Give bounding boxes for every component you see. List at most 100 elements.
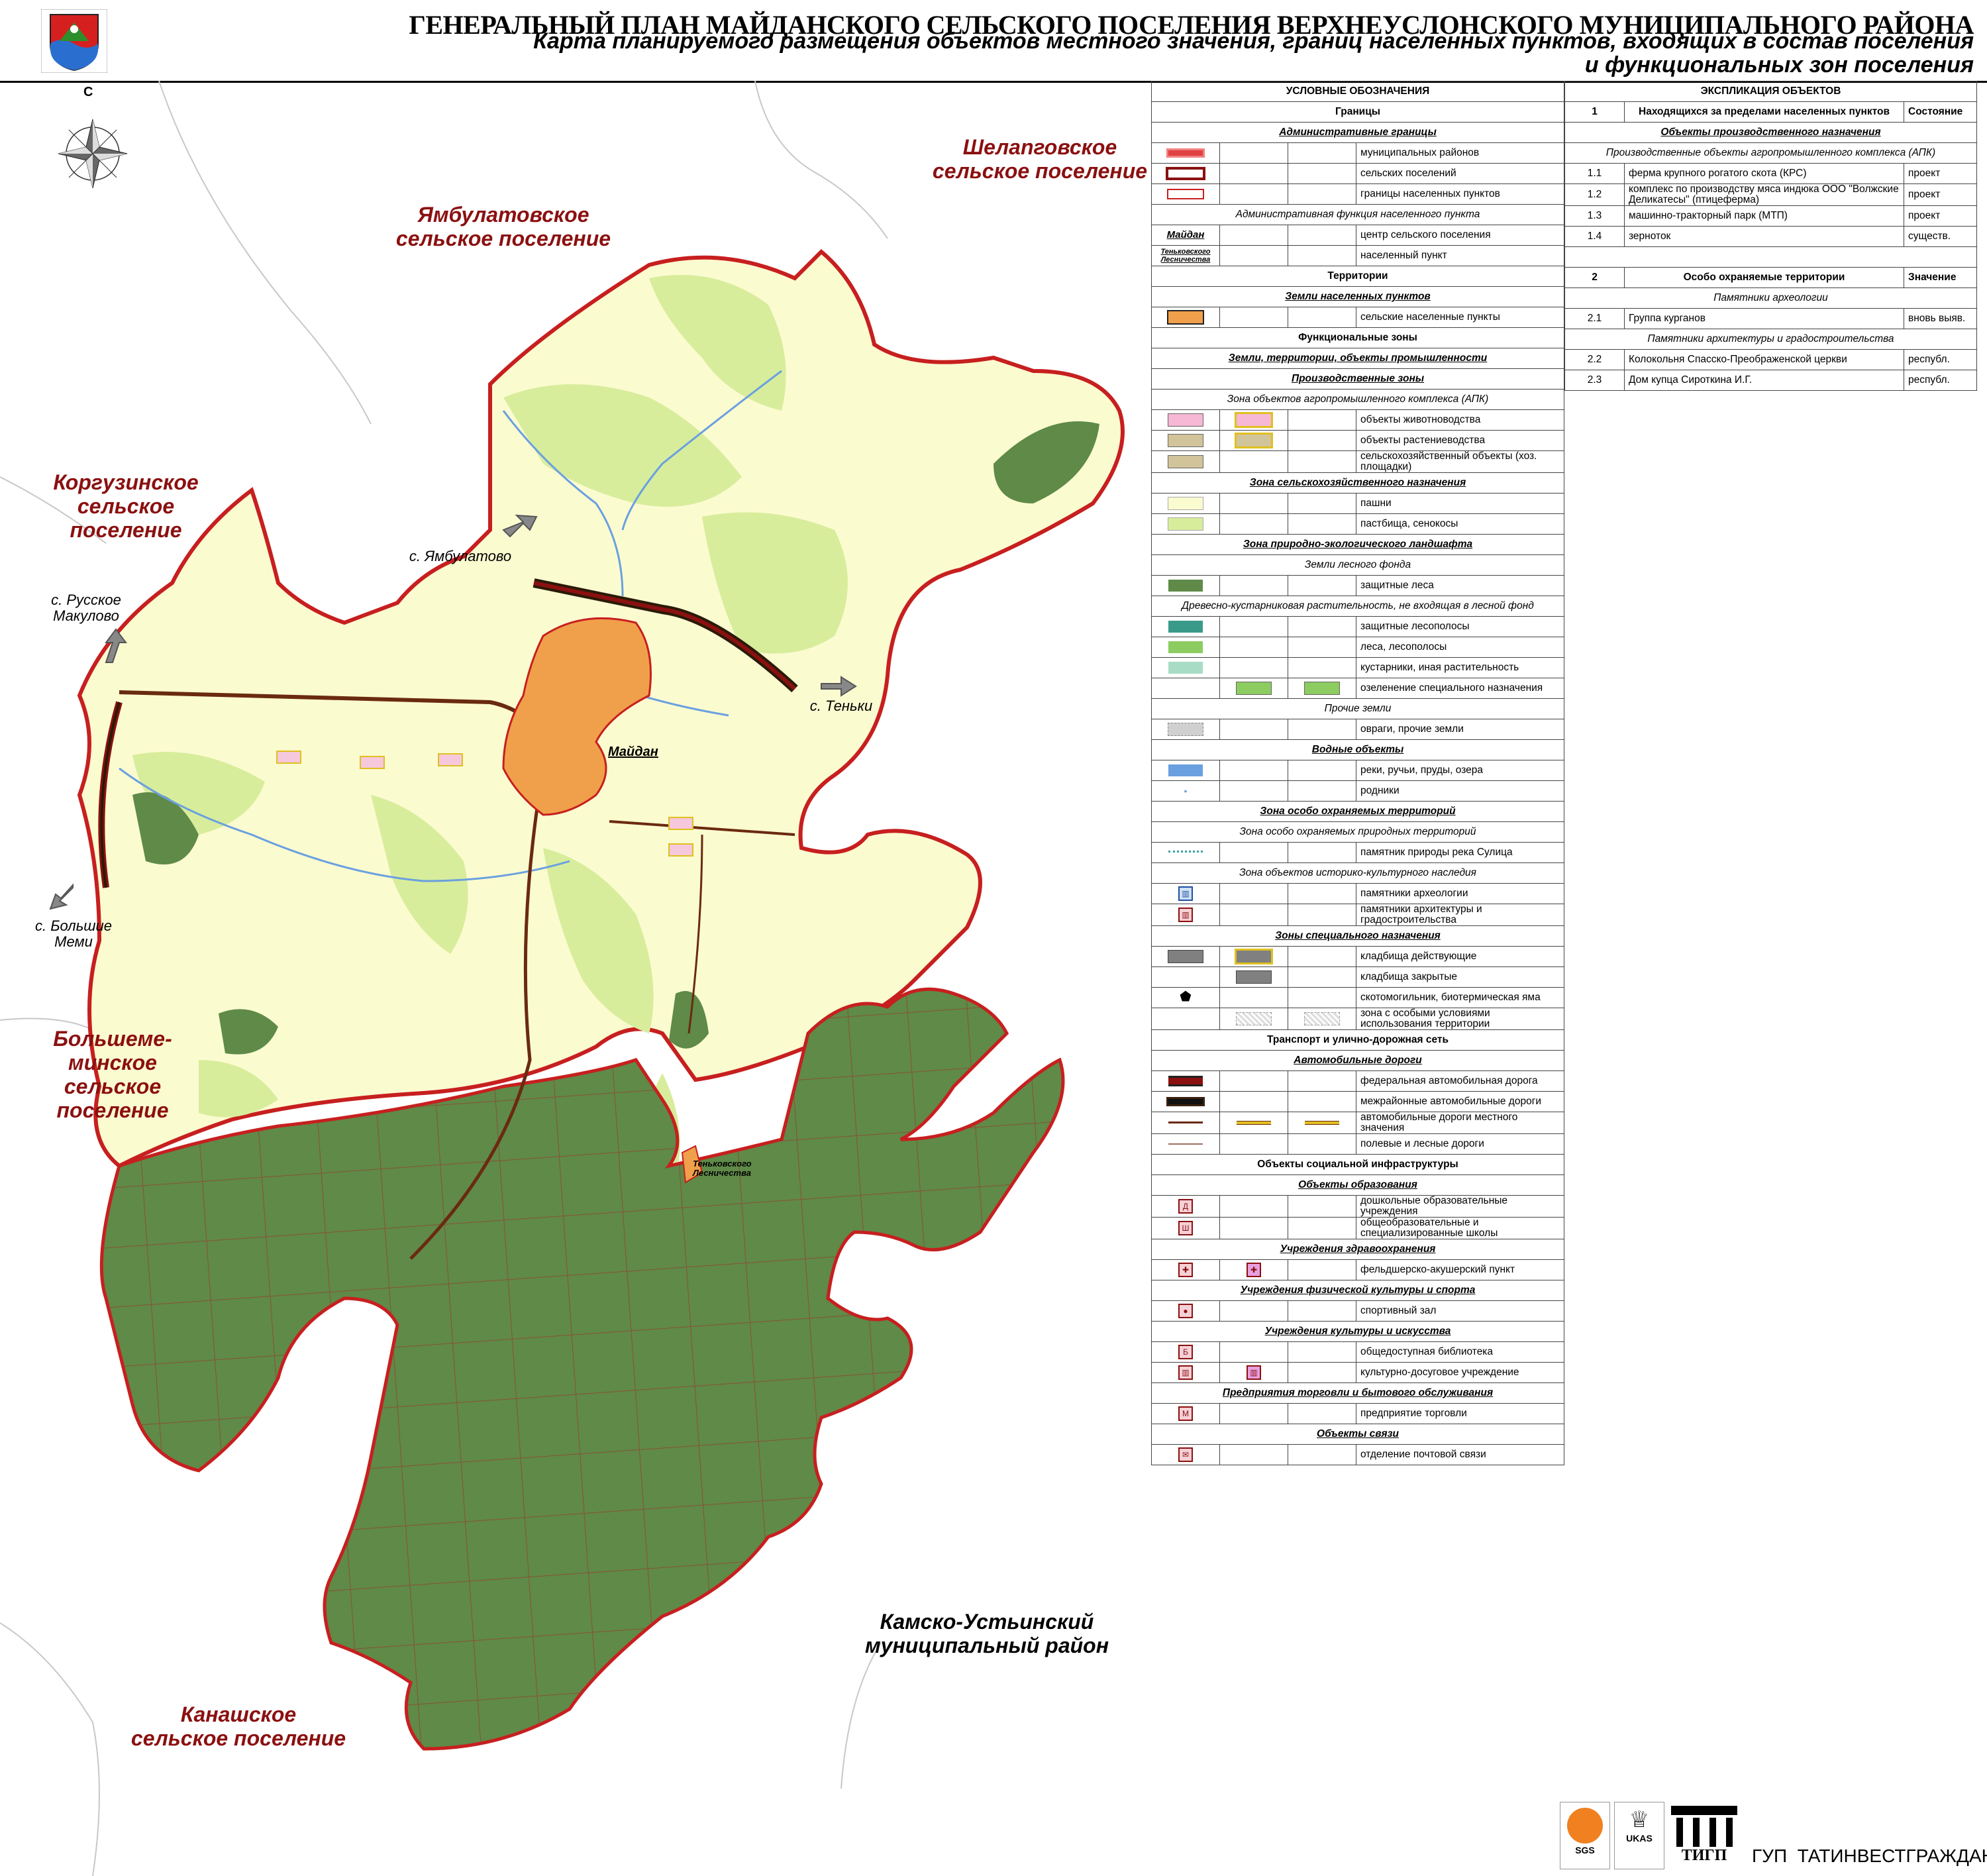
explication-row: 1.1 ферма крупного рогатого скота (КРС) пр… <box>1564 163 1977 184</box>
legend-row: Бобщедоступная библиотека <box>1151 1341 1565 1363</box>
legend-row: кустарники, иная растительность <box>1151 657 1565 678</box>
legend-symbol-alt <box>1219 1217 1288 1239</box>
legend-symbol-alt <box>1219 946 1288 967</box>
legend-row: Учреждения здравоохранения <box>1150 1239 1565 1260</box>
legend-row: защитные лесополосы <box>1151 616 1565 637</box>
legend-row: Зона особо охраняемых природных территор… <box>1150 821 1565 843</box>
legend-row: автомобильные дороги местного значения <box>1151 1112 1565 1134</box>
legend-subsection-title: Предприятия торговли и бытового обслужив… <box>1150 1382 1565 1404</box>
explication-object-name: Особо охраняемые территории <box>1624 267 1904 288</box>
legend-symbol-alt2 <box>1288 780 1356 802</box>
legend-symbol-alt <box>1219 1112 1288 1134</box>
legend-symbol: ▥ <box>1151 883 1220 904</box>
legend-row: овраги, прочие земли <box>1151 719 1565 740</box>
legend-note-title: Административная функция населенного пун… <box>1150 204 1565 225</box>
legend-symbol-alt <box>1219 842 1288 863</box>
legend-row: полевые и лесные дороги <box>1151 1133 1565 1155</box>
legend-symbol-alt <box>1219 966 1288 988</box>
explication-number: 2.2 <box>1564 349 1625 370</box>
explication-row: Производственные объекты агропромышленно… <box>1564 142 1977 164</box>
legend-symbol-alt <box>1219 245 1288 266</box>
legend-symbol-alt <box>1219 409 1288 431</box>
explication-row: 1.3 машинно-тракторный парк (МТП) проект <box>1564 205 1977 227</box>
legend-row: ▥ ▥ культурно-досуговое учреждение <box>1151 1362 1565 1383</box>
region-label-kamsko-ustinsky: Камско-Устьинский муниципальный район <box>864 1610 1109 1657</box>
legend-symbol-alt2 <box>1288 1070 1356 1092</box>
legend-row: Ддошкольные образовательные учреждения <box>1151 1195 1565 1218</box>
legend-row: кладбища закрытые <box>1151 966 1565 988</box>
explication-note-title: Памятники архитектуры и градостроительст… <box>1564 329 1977 350</box>
legend-row: муниципальных районов <box>1151 142 1565 164</box>
legend-symbol-alt2 <box>1288 307 1356 328</box>
legend-symbol-alt: ▥ <box>1219 1362 1288 1383</box>
legend-subsection-title: Земли населенных пунктов <box>1150 286 1565 307</box>
legend-symbol: Б <box>1151 1341 1220 1363</box>
legend-item-label: леса, лесополосы <box>1355 637 1565 658</box>
legend-note-title: Зона объектов историко-культурного насле… <box>1150 862 1565 884</box>
legend-note-title: Зона особо охраняемых природных территор… <box>1150 821 1565 843</box>
legend-row: Административные границы <box>1150 122 1565 143</box>
legend-item-label: кустарники, иная растительность <box>1355 657 1565 678</box>
legend-row: пастбища, сенокосы <box>1151 513 1565 535</box>
legend-symbol-alt2 <box>1288 719 1356 740</box>
legend-item-label: границы населенных пунктов <box>1355 183 1565 205</box>
explication-status: вновь выяв. <box>1904 308 1977 329</box>
legend-symbol-alt2 <box>1288 760 1356 781</box>
sgs-logo-icon: SGS <box>1560 1802 1610 1869</box>
legend-row: Производственные зоны <box>1150 368 1565 390</box>
legend-symbol <box>1151 637 1220 658</box>
legend-row: объекты растениеводства <box>1151 430 1565 451</box>
legend-symbol-alt <box>1219 616 1288 637</box>
region-label-korguzinskoe: Коргузинское сельское поселение <box>53 470 199 542</box>
legend-item-label: кладбища закрытые <box>1355 966 1565 988</box>
explication-status: существ. <box>1904 226 1977 247</box>
explication-number: 2 <box>1564 267 1625 288</box>
legend-symbol <box>1151 409 1220 431</box>
explication-row: 2.2 Колокольня Спасско-Преображенской цер… <box>1564 349 1977 370</box>
legend-symbol-alt2 <box>1288 657 1356 678</box>
legend-icon: ✚ <box>1247 1263 1261 1277</box>
village-label-russkoe-makulovo: с. Русское Макулово <box>51 592 121 624</box>
legend-symbol-alt <box>1219 1300 1288 1322</box>
legend-row: Зона сельскохозяйственного назначения <box>1150 472 1565 494</box>
legend-item-label: федеральная автомобильная дорога <box>1355 1070 1565 1092</box>
explication-row: 1.2 комплекс по производству мяса индюка … <box>1564 183 1977 206</box>
legend-subsection-title: Учреждения культуры и искусства <box>1150 1321 1565 1342</box>
legend-row: Земли населенных пунктов <box>1150 286 1565 307</box>
village-label-bolshie-memi: с. Большие Меми <box>34 917 112 950</box>
explication-object-name: комплекс по производству мяса индюка ООО… <box>1624 183 1904 206</box>
legend-row: ✉ отделение почтовой связи <box>1151 1444 1565 1465</box>
legend-row: Прочие земли <box>1150 698 1565 719</box>
legend-header: УСЛОВНЫЕ ОБОЗНАЧЕНИЯ <box>1150 81 1565 102</box>
legend-symbol-alt2 <box>1288 1008 1356 1030</box>
legend-item-label: родники <box>1355 780 1565 802</box>
legend-item-label: объекты растениеводства <box>1355 430 1565 451</box>
explication-status: Состояние <box>1904 101 1977 123</box>
legend-symbol <box>1151 142 1220 164</box>
legend-note-title: Прочие земли <box>1150 698 1565 719</box>
region-label-bolshememinskoe: Большеме- минское сельское поселение <box>53 1027 172 1122</box>
legend-symbol-alt2 <box>1288 163 1356 184</box>
explication-status: Значение <box>1904 267 1977 288</box>
legend-row: Теньковского Лесничества населенный пункт <box>1151 245 1565 266</box>
legend-symbol-alt <box>1219 760 1288 781</box>
explication-number: 1 <box>1564 101 1625 123</box>
legend-row: Объекты социальной инфраструктуры <box>1150 1154 1565 1175</box>
legend-symbol-alt2 <box>1288 1133 1356 1155</box>
legend-symbol <box>1151 450 1220 473</box>
legend-symbol-alt2 <box>1288 245 1356 266</box>
legend-item-label: защитные лесополосы <box>1355 616 1565 637</box>
legend-symbol-alt <box>1219 637 1288 658</box>
legend-row: федеральная автомобильная дорога <box>1151 1070 1565 1092</box>
legend-row: леса, лесополосы <box>1151 637 1565 658</box>
legend-symbol: ⬟ <box>1151 987 1220 1008</box>
legend-subsection-title: Земли, территории, объекты промышленност… <box>1150 348 1565 369</box>
explication-number: 2.1 <box>1564 308 1625 329</box>
legend-row: Земли, территории, объекты промышленност… <box>1150 348 1565 369</box>
legend-symbol-alt <box>1219 1341 1288 1363</box>
legend-subsection-title: Учреждения здравоохранения <box>1150 1239 1565 1260</box>
legend-item-label: полевые и лесные дороги <box>1355 1133 1565 1155</box>
legend-icon: ▥ <box>1178 1365 1193 1380</box>
legend-item-label: объекты животноводства <box>1355 409 1565 431</box>
explication-panel: ЭКСПЛИКАЦИЯ ОБЪЕКТОВ 1 Находящихся за пре… <box>1564 81 1977 391</box>
